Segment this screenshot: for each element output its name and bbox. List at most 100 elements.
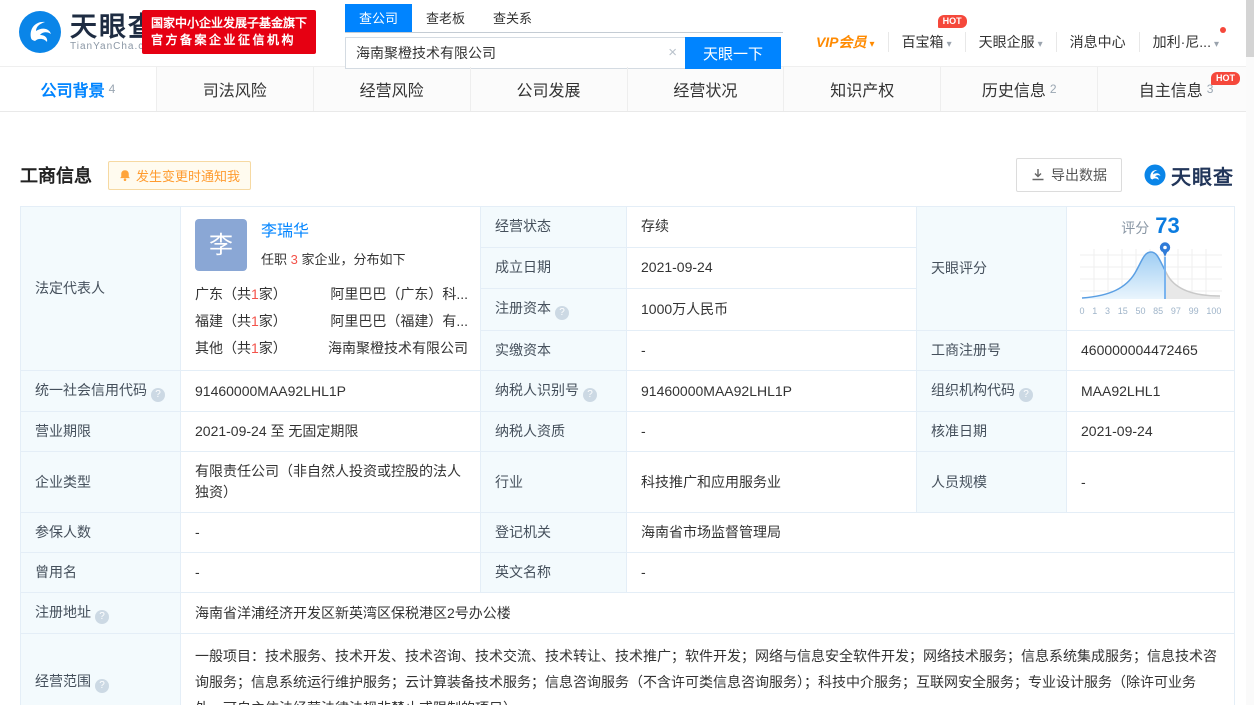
search-input[interactable] (345, 37, 685, 69)
nav-message-center[interactable]: 消息中心 (1055, 32, 1139, 52)
clear-icon[interactable]: × (668, 44, 677, 61)
field-value-staff-size: - (1066, 451, 1235, 513)
field-label-company-type: 企业类型 (20, 451, 181, 513)
header: 天眼查 TianYanCha.com 国家中小企业发展子基金旗下 官方备案企业征… (0, 0, 1254, 69)
field-value-reg-capital: 1000万人民币 (626, 287, 917, 332)
field-value-credit-code: 91460000MAA92LHL1P (180, 370, 481, 412)
chevron-down-icon: ▾ (946, 39, 952, 50)
bell-icon (120, 169, 130, 181)
search-tab-boss[interactable]: 查老板 (412, 4, 479, 32)
score-value: 73 (1155, 213, 1180, 238)
nav-enterprise-service[interactable]: 天眼企服 ▾ (964, 32, 1056, 52)
field-label-paid-capital: 实缴资本 (480, 330, 627, 371)
gov-certification-badge: 国家中小企业发展子基金旗下 官方备案企业征信机构 (142, 10, 317, 54)
tianyancha-logo[interactable]: 天眼查 TianYanCha.com (18, 10, 160, 54)
field-value-approval-date: 2021-09-24 (1066, 411, 1235, 452)
field-label-business-scope: 经营范围? (20, 633, 181, 705)
avatar[interactable]: 李 (195, 219, 247, 271)
section-title: 工商信息 (20, 166, 92, 186)
hot-badge: HOT (1211, 72, 1240, 85)
field-label-approval-date: 核准日期 (916, 411, 1067, 452)
scrollbar-thumb[interactable] (1246, 0, 1254, 57)
field-value-taxpayer-quality: - (626, 411, 917, 452)
field-label-staff-size: 人员规模 (916, 451, 1067, 513)
tianyancha-logo-icon (1144, 164, 1166, 186)
legal-rep-name-link[interactable]: 李瑞华 (261, 221, 405, 243)
search-area: 查公司 查老板 查关系 × 天眼一下 (345, 4, 783, 69)
notify-on-change-button[interactable]: 发生变更时通知我 (108, 160, 252, 190)
nav-toolbox[interactable]: HOT 百宝箱 ▾ (887, 15, 967, 52)
search-tab-relation[interactable]: 查关系 (479, 4, 546, 32)
field-value-business-term: 2021-09-24 至 无固定期限 (180, 411, 481, 452)
tianyan-score-cell: 评分 73 0 1 3 15 50 85 97 99 100 (1066, 206, 1235, 331)
tab-history-info[interactable]: 历史信息 2 (941, 67, 1099, 111)
tab-company-background[interactable]: 公司背景 4 (0, 67, 157, 111)
company-tabbar: 公司背景 4 司法风险 经营风险 公司发展 经营状况 知识产权 历史信息 2 HOT… (0, 66, 1254, 112)
scrollbar (1246, 0, 1254, 705)
field-label-reg-number: 工商注册号 (916, 330, 1067, 371)
company-link[interactable]: 阿里巴巴（广东）科... (330, 281, 468, 308)
chevron-down-icon: ▾ (1037, 39, 1043, 50)
tianyancha-logo-icon (19, 11, 61, 53)
search-button[interactable]: 天眼一下 (685, 37, 781, 69)
field-label-reg-capital: 注册资本? (480, 287, 627, 332)
field-label-taxpayer-id: 纳税人识别号? (480, 370, 627, 412)
legal-rep-distribution: 广东（共1家） 阿里巴巴（广东）科... 福建（共1家） 阿里巴巴（福建）有..… (195, 281, 468, 362)
field-label-business-term: 营业期限 (20, 411, 181, 452)
field-label-reg-address: 注册地址? (20, 592, 181, 634)
tab-judicial-risk[interactable]: 司法风险 (157, 67, 314, 111)
company-link[interactable]: 阿里巴巴（福建）有... (330, 308, 468, 335)
field-value-org-code: MAA92LHL1 (1066, 370, 1235, 412)
list-item: 福建（共1家） 阿里巴巴（福建）有... (195, 308, 468, 335)
tab-self-info[interactable]: HOT 自主信息 3 (1098, 67, 1254, 111)
field-label-established: 成立日期 (480, 246, 627, 289)
help-icon[interactable]: ? (95, 679, 109, 693)
field-label-insured-count: 参保人数 (20, 512, 181, 553)
field-label-taxpayer-quality: 纳税人资质 (480, 411, 627, 452)
tab-company-development[interactable]: 公司发展 (471, 67, 628, 111)
field-label-reg-authority: 登记机关 (480, 512, 627, 553)
field-label-score: 天眼评分 (916, 206, 1067, 331)
help-icon[interactable]: ? (1019, 388, 1033, 402)
list-item: 广东（共1家） 阿里巴巴（广东）科... (195, 281, 468, 308)
nav-user-menu[interactable]: 加利·尼... ▾ (1138, 27, 1232, 52)
field-value-established: 2021-09-24 (626, 246, 917, 289)
tab-operation-status[interactable]: 经营状况 (628, 67, 785, 111)
chevron-down-icon: ▾ (1213, 39, 1219, 50)
field-value-reg-number: 460000004472465 (1066, 330, 1235, 371)
field-value-paid-capital: - (626, 330, 917, 371)
help-icon[interactable]: ? (151, 388, 165, 402)
help-icon[interactable]: ? (583, 388, 597, 402)
field-value-former-name: - (180, 552, 481, 593)
score-axis-ticks: 0 1 3 15 50 85 97 99 100 (1079, 306, 1222, 316)
export-data-button[interactable]: 导出数据 (1016, 158, 1122, 192)
score-distribution-chart (1079, 242, 1222, 299)
legal-rep-cell: 李 李瑞华 任职 3 家企业，分布如下 广东（共1家） 阿里巴巴（广东）科...… (180, 206, 481, 371)
tab-intellectual-property[interactable]: 知识产权 (784, 67, 942, 111)
watermark-logo: 天眼查 (1144, 161, 1234, 190)
field-value-company-type: 有限责任公司（非自然人投资或控股的法人独资） (180, 451, 481, 513)
nav-vip[interactable]: VIP会员 ▾ (803, 32, 888, 52)
help-icon[interactable]: ? (95, 610, 109, 624)
help-icon[interactable]: ? (555, 306, 569, 321)
search-tab-company[interactable]: 查公司 (345, 4, 413, 32)
search-tabs: 查公司 查老板 查关系 (345, 4, 783, 33)
field-value-reg-authority: 海南省市场监督管理局 (626, 512, 1235, 553)
business-info-table: 法定代表人 李 李瑞华 任职 3 家企业，分布如下 广东（共1家） 阿里巴巴（广… (20, 206, 1235, 705)
field-label-org-code: 组织机构代码? (916, 370, 1067, 412)
list-item: 其他（共1家） 海南聚橙技术有限公司 (195, 335, 468, 362)
notification-dot (1220, 27, 1226, 33)
company-link[interactable]: 海南聚橙技术有限公司 (328, 335, 468, 362)
download-icon (1032, 169, 1044, 181)
field-label-industry: 行业 (480, 451, 627, 513)
tab-operation-risk[interactable]: 经营风险 (314, 67, 471, 111)
field-value-reg-address: 海南省洋浦经济开发区新英湾区保税港区2号办公楼 (180, 592, 1235, 634)
field-label-english-name: 英文名称 (480, 552, 627, 593)
field-label-legal-rep: 法定代表人 (20, 206, 181, 371)
score-label: 评分 (1121, 220, 1150, 236)
field-value-industry: 科技推广和应用服务业 (626, 451, 917, 513)
chevron-down-icon: ▾ (869, 39, 875, 50)
hot-badge: HOT (937, 15, 967, 28)
field-label-status: 经营状态 (480, 206, 627, 248)
field-value-business-scope: 一般项目：技术服务、技术开发、技术咨询、技术交流、技术转让、技术推广；软件开发；… (180, 633, 1235, 705)
